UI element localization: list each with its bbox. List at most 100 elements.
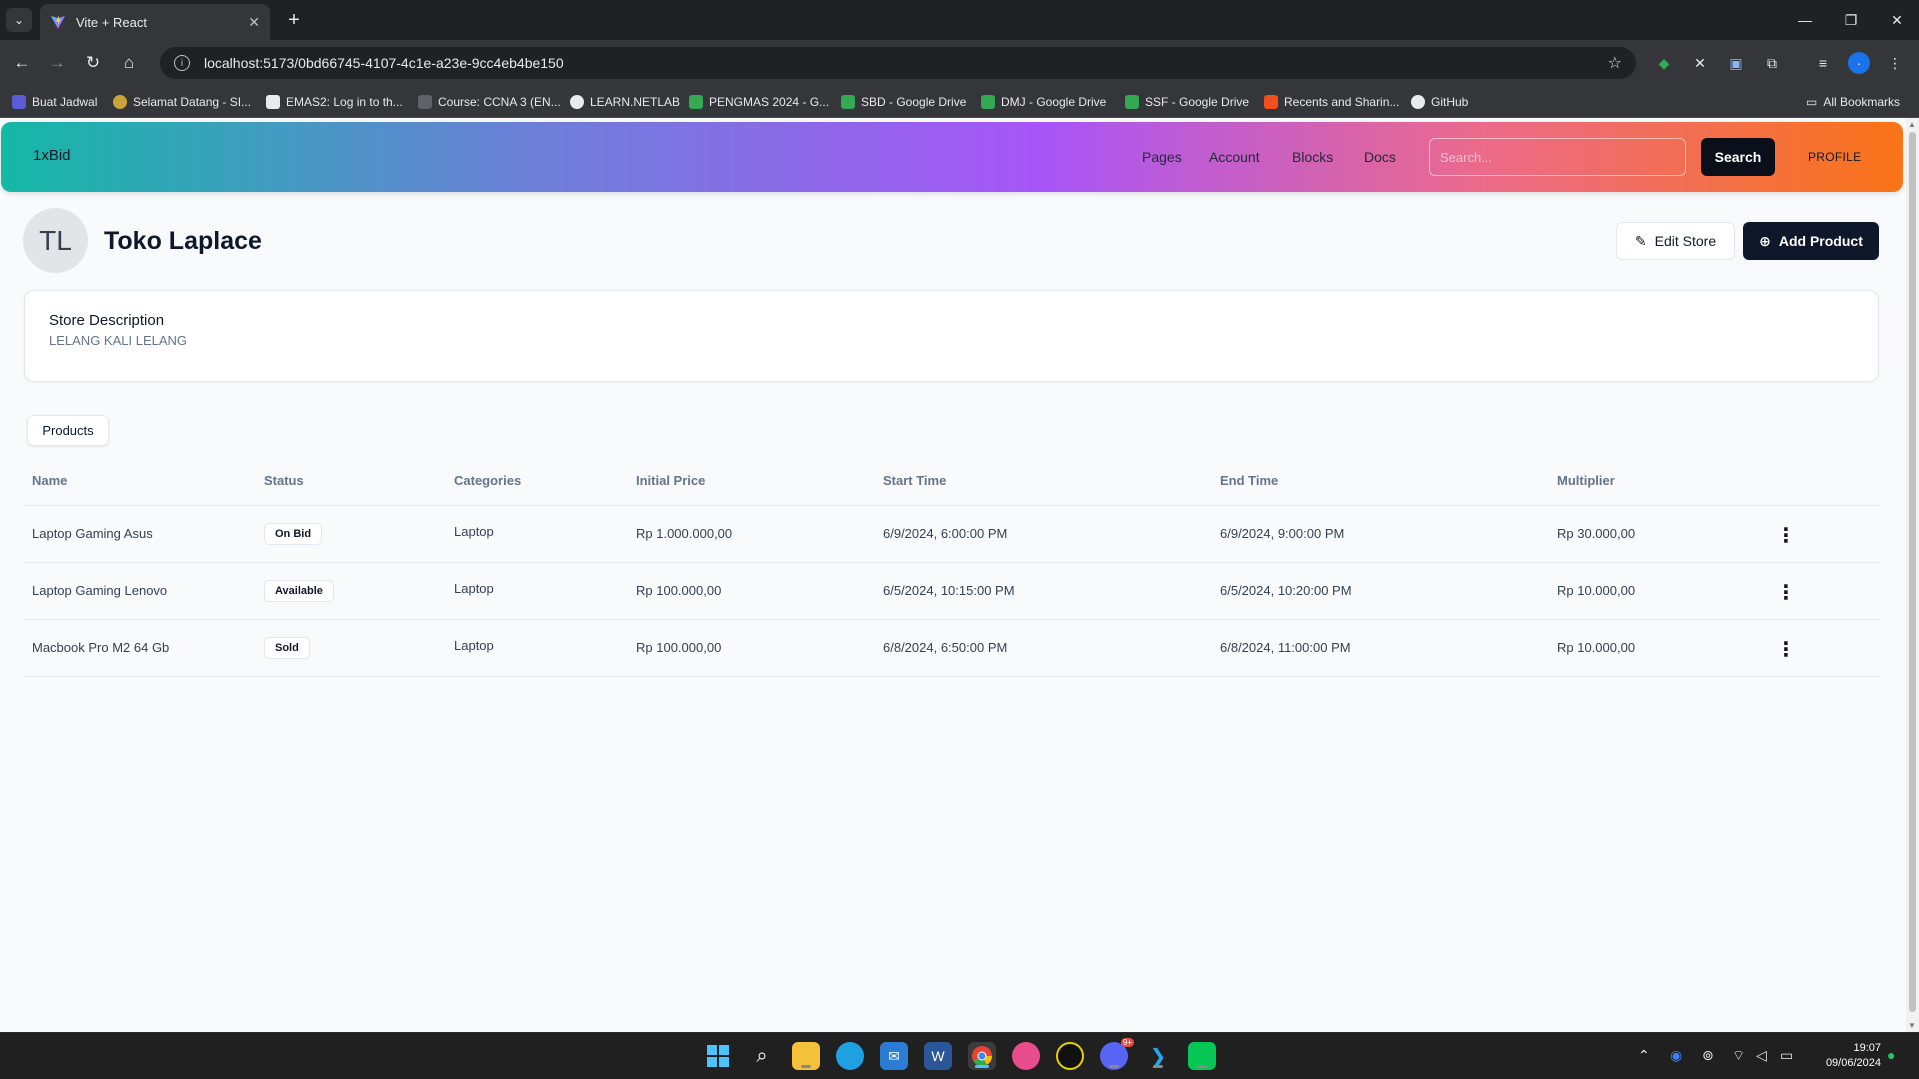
all-bookmarks[interactable]: ▭ All Bookmarks	[1806, 92, 1900, 112]
bookmark-item[interactable]: SSF - Google Drive	[1125, 92, 1249, 112]
mail-icon[interactable]: ✉	[880, 1042, 908, 1070]
word-icon[interactable]: W	[924, 1042, 952, 1070]
tray-chevron-icon[interactable]: ⌃	[1638, 1047, 1650, 1064]
discord-icon[interactable]: 9+	[1100, 1038, 1134, 1070]
cell-end-time: 6/5/2024, 10:20:00 PM	[1220, 583, 1352, 598]
nav-link-pages[interactable]: Pages	[1142, 149, 1182, 165]
brand-logo[interactable]: 1xBid	[33, 147, 71, 164]
extension-icon[interactable]: ◆	[1653, 52, 1675, 74]
cell-end-time: 6/8/2024, 11:00:00 PM	[1220, 640, 1351, 655]
add-product-label: Add Product	[1778, 233, 1863, 249]
column-header-categories[interactable]: Categories	[454, 473, 521, 488]
media-control-icon[interactable]: ≡	[1812, 52, 1834, 74]
browser-toolbar: ← → ↻ ⌂ i localhost:5173/0bd66745-4107-4…	[0, 40, 1919, 86]
bookmark-item[interactable]: PENGMAS 2024 - G...	[689, 92, 829, 112]
mute-icon[interactable]: ✕	[1689, 52, 1711, 74]
bookmark-item[interactable]: GitHub	[1411, 92, 1468, 112]
profile-avatar-icon[interactable]: ·	[1848, 52, 1870, 74]
bookmark-favicon-icon	[418, 95, 432, 109]
home-icon[interactable]: ⌂	[116, 50, 142, 76]
google-drive-icon	[689, 95, 703, 109]
table-row[interactable]: Laptop Gaming Asus On Bid Laptop Rp 1.00…	[24, 506, 1879, 563]
forward-icon[interactable]: →	[44, 50, 70, 76]
cell-multiplier: Rp 10.000,00	[1557, 583, 1636, 598]
tab-search-menu-icon[interactable]: ⌄	[6, 8, 32, 32]
search-taskbar-icon[interactable]: ⌕	[748, 1042, 776, 1070]
browser-tab-bar: ⌄ Vite + React ✕ + — ❐ ✕	[0, 0, 1919, 40]
table-row[interactable]: Laptop Gaming Lenovo Available Laptop Rp…	[24, 563, 1879, 620]
volume-icon[interactable]: ◁	[1756, 1047, 1767, 1064]
app-icon[interactable]	[1056, 1042, 1084, 1070]
search-button[interactable]: Search	[1701, 138, 1775, 176]
new-tab-button[interactable]: +	[282, 8, 306, 32]
bookmark-favicon-icon	[570, 95, 584, 109]
scroll-down-icon[interactable]: ▼	[1908, 1021, 1916, 1030]
status-badge: Sold	[264, 637, 310, 659]
edge-icon[interactable]	[836, 1042, 864, 1070]
column-header-status[interactable]: Status	[264, 473, 304, 488]
add-product-button[interactable]: ⊕ Add Product	[1743, 222, 1879, 260]
minimize-icon[interactable]: —	[1790, 6, 1820, 34]
tab-close-icon[interactable]: ✕	[248, 14, 260, 31]
bookmark-star-icon[interactable]: ☆	[1608, 53, 1622, 73]
folder-icon: ▭	[1806, 95, 1818, 109]
notification-bell-icon[interactable]: ●	[1887, 1047, 1895, 1063]
column-header-end-time[interactable]: End Time	[1220, 473, 1278, 488]
page-scrollbar[interactable]: ▲ ▼	[1906, 118, 1919, 1032]
tray-app-2-icon[interactable]: ⊚	[1702, 1047, 1714, 1064]
profile-link[interactable]: PROFILE	[1808, 150, 1861, 164]
tray-app-icon[interactable]: ◉	[1670, 1047, 1682, 1064]
file-explorer-icon[interactable]	[792, 1042, 820, 1070]
extensions-puzzle-icon[interactable]: ⧉	[1761, 52, 1783, 74]
column-header-multiplier[interactable]: Multiplier	[1557, 473, 1615, 488]
row-actions-icon[interactable]: ⋮	[1776, 637, 1796, 661]
edit-store-button[interactable]: ✎ Edit Store	[1616, 222, 1735, 260]
reload-icon[interactable]: ↻	[80, 50, 106, 76]
vscode-icon[interactable]: ❯	[1144, 1042, 1172, 1070]
chrome-menu-icon[interactable]: ⋮	[1884, 52, 1906, 74]
page-title: Toko Laplace	[104, 227, 262, 255]
bookmark-item[interactable]: DMJ - Google Drive	[981, 92, 1106, 112]
column-header-start-time[interactable]: Start Time	[883, 473, 946, 488]
row-actions-icon[interactable]: ⋮	[1776, 523, 1796, 547]
bookmark-item[interactable]: Course: CCNA 3 (EN...	[418, 92, 561, 112]
extension-2-icon[interactable]: ▣	[1725, 52, 1747, 74]
windows-start-icon[interactable]	[704, 1042, 732, 1070]
table-row[interactable]: Macbook Pro M2 64 Gb Sold Laptop Rp 100.…	[24, 620, 1879, 677]
page-viewport: 1xBid Pages Account Blocks Docs Search P…	[0, 118, 1906, 1032]
cell-end-time: 6/9/2024, 9:00:00 PM	[1220, 526, 1345, 541]
nav-link-blocks[interactable]: Blocks	[1292, 149, 1333, 165]
osu-icon[interactable]	[1012, 1042, 1040, 1070]
restore-icon[interactable]: ❐	[1836, 6, 1866, 34]
battery-icon[interactable]: ▭	[1780, 1047, 1793, 1064]
running-indicator	[1153, 1065, 1163, 1068]
line-icon[interactable]	[1188, 1042, 1216, 1070]
column-header-initial-price[interactable]: Initial Price	[636, 473, 705, 488]
wifi-icon[interactable]: ⌔	[1732, 1047, 1745, 1065]
cell-name: Macbook Pro M2 64 Gb	[32, 640, 170, 655]
bookmark-item[interactable]: LEARN.NETLAB	[570, 92, 680, 112]
cell-start-time: 6/8/2024, 6:50:00 PM	[883, 640, 1008, 655]
nav-link-docs[interactable]: Docs	[1364, 149, 1396, 165]
cell-name: Laptop Gaming Lenovo	[32, 583, 168, 598]
site-info-icon[interactable]: i	[174, 55, 190, 71]
bookmark-item[interactable]: Buat Jadwal	[12, 92, 97, 112]
chrome-icon[interactable]	[968, 1042, 996, 1070]
bookmark-item[interactable]: SBD - Google Drive	[841, 92, 966, 112]
address-bar[interactable]: i localhost:5173/0bd66745-4107-4c1e-a23e…	[160, 47, 1636, 79]
back-icon[interactable]: ←	[9, 50, 35, 76]
close-window-icon[interactable]: ✕	[1882, 6, 1912, 34]
bookmark-item[interactable]: EMAS2: Log in to th...	[266, 92, 403, 112]
scrollbar-thumb[interactable]	[1909, 132, 1916, 1012]
column-header-name[interactable]: Name	[32, 473, 67, 488]
browser-tab[interactable]: Vite + React ✕	[40, 4, 270, 40]
bookmark-item[interactable]: Recents and Sharin...	[1264, 92, 1399, 112]
taskbar-clock[interactable]: 19:07 09/06/2024	[1806, 1041, 1881, 1071]
bookmark-item[interactable]: Selamat Datang - SI...	[113, 92, 251, 112]
search-input[interactable]	[1429, 138, 1686, 176]
tab-products[interactable]: Products	[27, 415, 109, 446]
row-actions-icon[interactable]: ⋮	[1776, 580, 1796, 604]
nav-link-account[interactable]: Account	[1209, 149, 1260, 165]
url-text: localhost:5173/0bd66745-4107-4c1e-a23e-9…	[204, 55, 564, 71]
scroll-up-icon[interactable]: ▲	[1908, 120, 1916, 129]
